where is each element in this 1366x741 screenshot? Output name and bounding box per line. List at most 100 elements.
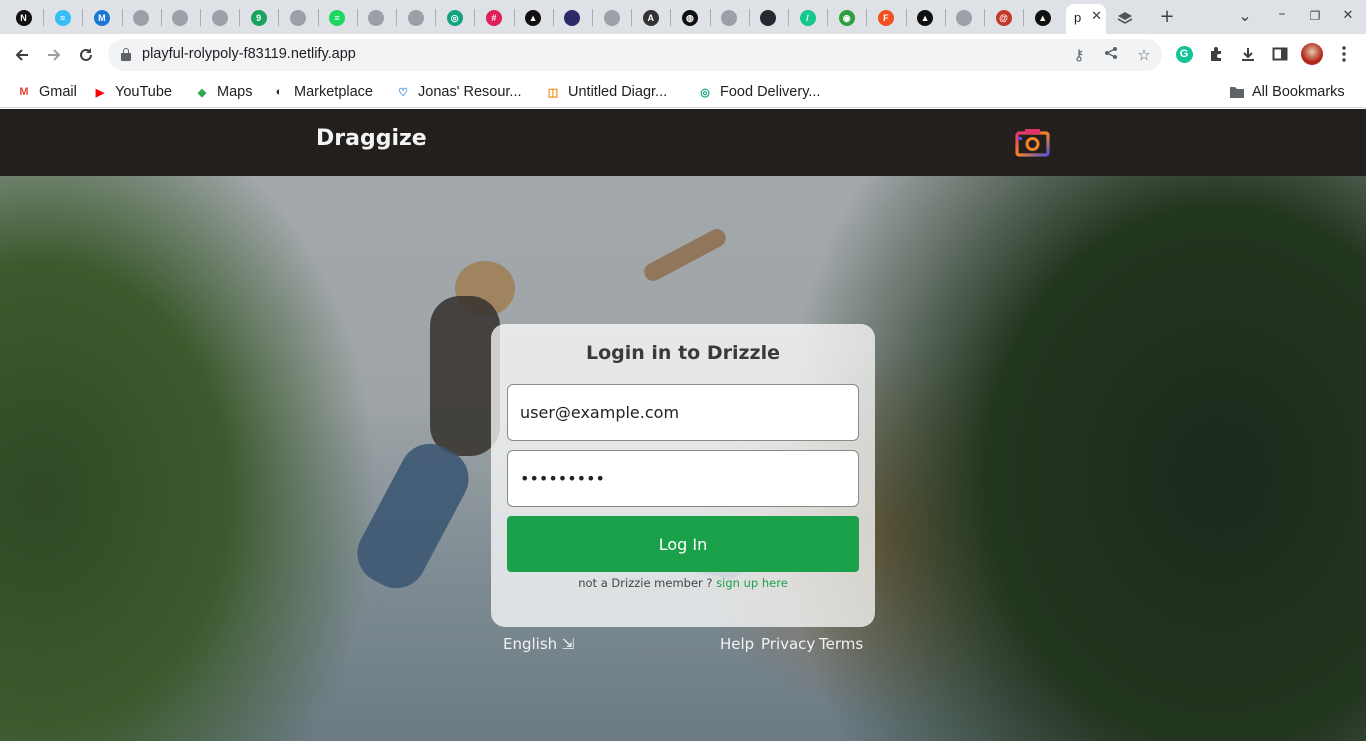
- browser-tab[interactable]: [279, 5, 316, 31]
- forward-button[interactable]: [41, 42, 67, 68]
- browser-tab[interactable]: [397, 5, 434, 31]
- extensions-icon[interactable]: [1205, 43, 1227, 65]
- browser-tab[interactable]: ▲: [515, 5, 552, 31]
- browser-tab[interactable]: [201, 5, 238, 31]
- tab-separator: [356, 9, 358, 26]
- browser-tab[interactable]: ◉: [828, 5, 865, 31]
- green-icon: ◉: [838, 10, 855, 26]
- password-field[interactable]: [507, 450, 859, 507]
- tab-separator: [984, 9, 985, 26]
- slack-icon: #: [485, 10, 502, 26]
- tab-separator: [670, 9, 672, 26]
- bookmark-item[interactable]: ◆ Maps: [194, 81, 253, 103]
- address-bar[interactable]: playful-rolypoly-f83119.netlify.app ⚷ ☆: [108, 39, 1162, 71]
- tab-layers[interactable]: [1106, 5, 1143, 31]
- login-button[interactable]: Log In: [507, 516, 859, 572]
- browser-tab[interactable]: [593, 5, 630, 31]
- close-window-button[interactable]: ✕: [1336, 8, 1360, 23]
- browser-tab[interactable]: M: [83, 5, 120, 31]
- minimize-button[interactable]: –: [1270, 6, 1294, 22]
- globe-icon: [289, 10, 306, 26]
- tab-separator: [827, 9, 829, 26]
- close-tab-icon[interactable]: ✕: [1091, 9, 1102, 24]
- browser-tab[interactable]: [358, 5, 395, 31]
- browser-tab[interactable]: N: [5, 5, 42, 31]
- maximize-button[interactable]: ❐: [1303, 9, 1327, 23]
- bookmark-label: Jonas' Resour...: [418, 84, 522, 100]
- browser-tab[interactable]: @: [985, 5, 1022, 31]
- browser-tab[interactable]: [123, 5, 160, 31]
- signup-prefix: not a Drizzie member ?: [578, 576, 713, 590]
- maps-icon: ◆: [197, 86, 207, 99]
- help-link[interactable]: Help: [720, 635, 754, 653]
- globe-icon: [603, 10, 620, 26]
- browser-tab[interactable]: [554, 5, 591, 31]
- browser-tab[interactable]: 9: [240, 5, 277, 31]
- bookmark-item[interactable]: ▶ YouTube: [92, 81, 172, 103]
- browser-tab[interactable]: ▲: [1024, 5, 1061, 31]
- globe-icon: [211, 10, 228, 26]
- bookmark-label: YouTube: [115, 84, 172, 100]
- tailwind-icon: ≈: [54, 10, 71, 26]
- email-field[interactable]: [507, 384, 859, 441]
- bookmark-item[interactable]: ◎ Food Delivery...: [697, 81, 820, 103]
- share-icon[interactable]: [1102, 46, 1120, 64]
- privacy-link[interactable]: Privacy: [761, 635, 815, 653]
- chatgpt-icon: ◎: [700, 86, 710, 99]
- terms-link[interactable]: Terms: [819, 635, 863, 653]
- browser-tab[interactable]: [946, 5, 983, 31]
- tab-separator: [239, 9, 241, 26]
- background-photo-arm: [641, 225, 729, 285]
- bookmark-item[interactable]: ◐ Marketplace: [271, 81, 373, 103]
- tab-active[interactable]: p ✕: [1066, 4, 1106, 34]
- browser-tab[interactable]: ≡: [319, 5, 356, 31]
- browser-tab[interactable]: ◍: [671, 5, 708, 31]
- bookmark-item[interactable]: ♡ Jonas' Resour...: [395, 81, 522, 103]
- profile-avatar[interactable]: [1301, 43, 1323, 65]
- browser-tab[interactable]: #: [475, 5, 512, 31]
- key-icon[interactable]: ⚷: [1070, 46, 1088, 64]
- all-bookmarks[interactable]: All Bookmarks: [1229, 81, 1345, 103]
- brand-logo-text[interactable]: Draggize: [316, 126, 427, 151]
- all-bookmarks-label: All Bookmarks: [1252, 84, 1345, 100]
- browser-tab[interactable]: /: [789, 5, 826, 31]
- bookmark-label: Food Delivery...: [720, 84, 821, 100]
- tab-search-dropdown-icon[interactable]: ⌄: [1233, 6, 1257, 25]
- tab-separator: [513, 9, 515, 26]
- menu-icon[interactable]: [1333, 43, 1355, 65]
- globe-icon: [172, 10, 189, 26]
- active-tab-label: p: [1074, 10, 1082, 25]
- grammarly-icon[interactable]: G: [1173, 43, 1195, 65]
- browser-tab[interactable]: ≈: [44, 5, 81, 31]
- youtube-icon: ▶: [95, 86, 105, 99]
- browser-tab[interactable]: F: [867, 5, 904, 31]
- download-icon[interactable]: [1237, 43, 1259, 65]
- gmail-icon: M: [19, 86, 29, 98]
- bookmark-item[interactable]: M Gmail: [16, 81, 77, 103]
- url-text: playful-rolypoly-f83119.netlify.app: [142, 46, 356, 62]
- spotify-icon: ≡: [329, 10, 346, 26]
- browser-tab[interactable]: ▲: [907, 5, 944, 31]
- signup-link[interactable]: sign up here: [716, 576, 788, 590]
- star-icon[interactable]: ☆: [1135, 46, 1153, 64]
- new-tab-button[interactable]: +: [1155, 6, 1179, 27]
- tab-separator: [1023, 9, 1025, 26]
- nine-icon: 9: [250, 10, 267, 26]
- reload-icon: [80, 48, 92, 61]
- tab-separator: [866, 9, 868, 26]
- reload-button[interactable]: [73, 42, 99, 68]
- back-button[interactable]: [9, 42, 35, 68]
- chatgpt-icon: ◎: [446, 10, 463, 26]
- camera-icon[interactable]: [1015, 128, 1050, 158]
- browser-tab[interactable]: A: [632, 5, 669, 31]
- tab-separator: [552, 9, 554, 26]
- browser-tab[interactable]: ◎: [436, 5, 473, 31]
- bookmark-item[interactable]: ◫ Untitled Diagr...: [545, 81, 667, 103]
- layers-icon: [1117, 12, 1132, 24]
- browser-tab[interactable]: [750, 5, 787, 31]
- language-selector[interactable]: English ⇲: [503, 635, 575, 653]
- browser-tab[interactable]: [711, 5, 748, 31]
- browser-tab[interactable]: [162, 5, 199, 31]
- side-panel-icon[interactable]: [1269, 43, 1291, 65]
- bookmark-label: Gmail: [39, 84, 77, 100]
